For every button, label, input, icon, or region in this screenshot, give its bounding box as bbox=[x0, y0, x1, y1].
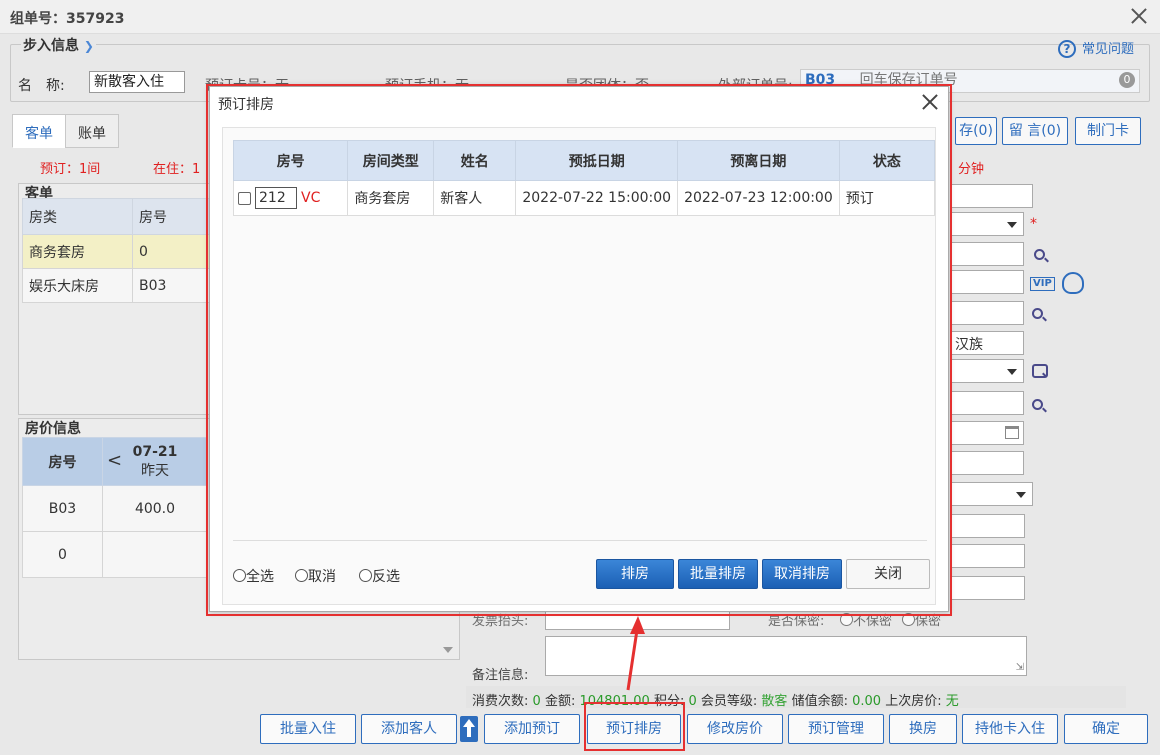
deposit-button[interactable]: 存(0) bbox=[955, 117, 997, 145]
form-field[interactable] bbox=[950, 242, 1024, 266]
form-select[interactable] bbox=[950, 359, 1024, 383]
table-row[interactable]: 商务套房 0 bbox=[22, 234, 210, 269]
window-titlebar: 组单号：357923 bbox=[0, 0, 1160, 34]
step-info-legend: 步入信息 bbox=[23, 38, 79, 54]
batch-checkin-button[interactable]: 批量入住 bbox=[260, 714, 356, 744]
chevron-down-icon bbox=[1007, 369, 1017, 375]
id-scan-icon[interactable] bbox=[1032, 364, 1048, 378]
search-icon[interactable] bbox=[1032, 399, 1043, 410]
guest-table: 房类 房号 商务套房 0 娱乐大床房 B03 bbox=[22, 198, 210, 303]
form-select[interactable] bbox=[950, 482, 1033, 506]
table-row[interactable]: 0 bbox=[22, 531, 208, 578]
inhouse-count: 在住：1 bbox=[153, 162, 201, 177]
stat-last-price: 无 bbox=[945, 694, 959, 709]
ethnic-field[interactable]: 汉族 bbox=[950, 331, 1024, 355]
chevron-down-icon bbox=[1007, 222, 1017, 228]
col-room-no: 房号 bbox=[132, 198, 210, 235]
price-panel-title: 房价信息 bbox=[25, 421, 81, 437]
stat-points: 0 bbox=[688, 694, 697, 709]
close-icon[interactable] bbox=[1130, 6, 1148, 24]
price-col-room: 房号 bbox=[22, 437, 103, 486]
clear-icon[interactable]: 0 bbox=[1119, 72, 1135, 88]
scroll-down-icon[interactable] bbox=[443, 647, 453, 653]
price-table: 房号 < 07-21 昨天 B03 400.0 0 bbox=[22, 437, 208, 578]
minutes-label: 分钟 bbox=[958, 162, 985, 177]
table-row[interactable]: 娱乐大床房 B03 bbox=[22, 268, 210, 303]
col-room-type: 房类 bbox=[22, 198, 133, 235]
booked-count: 预订：1间 bbox=[40, 162, 101, 177]
stats-line: 消费次数: 0 金额: 104801.00 积分: 0 会员等级: 散客 储值余… bbox=[472, 694, 959, 709]
form-field[interactable] bbox=[950, 184, 1033, 208]
table-row[interactable]: B03 400.0 bbox=[22, 485, 208, 532]
confirm-button[interactable]: 确定 bbox=[1064, 714, 1148, 744]
stat-count: 0 bbox=[532, 694, 541, 709]
form-field[interactable] bbox=[950, 391, 1024, 415]
prev-date-icon[interactable]: < bbox=[107, 450, 122, 471]
message-button[interactable]: 留 言(0) bbox=[1002, 117, 1068, 145]
required-mark: * bbox=[1030, 216, 1037, 232]
change-room-button[interactable]: 换房 bbox=[889, 714, 957, 744]
name-label: 名 称: bbox=[18, 78, 65, 94]
modify-price-button[interactable]: 修改房价 bbox=[687, 714, 783, 744]
note-label: 备注信息: bbox=[472, 668, 529, 683]
form-field[interactable] bbox=[950, 270, 1024, 294]
vip-icon[interactable]: VIP bbox=[1030, 277, 1055, 291]
form-field[interactable] bbox=[950, 544, 1025, 568]
chevron-down-icon bbox=[1016, 492, 1026, 498]
highlight-box-dialog bbox=[206, 84, 952, 616]
help-label: 常见问题 bbox=[1082, 42, 1135, 57]
form-select[interactable] bbox=[950, 212, 1024, 236]
stat-level: 散客 bbox=[761, 694, 788, 709]
add-booking-button[interactable]: 添加预订 bbox=[484, 714, 580, 744]
form-field[interactable] bbox=[950, 514, 1025, 538]
tab-guest[interactable]: 客单 bbox=[12, 114, 66, 148]
date-field[interactable] bbox=[950, 421, 1024, 445]
note-textarea[interactable]: ⇲ bbox=[545, 636, 1027, 676]
calendar-icon[interactable] bbox=[1005, 426, 1019, 439]
question-icon: ? bbox=[1058, 40, 1076, 58]
window-title: 组单号：357923 bbox=[10, 11, 125, 27]
stat-balance: 0.00 bbox=[852, 694, 882, 709]
highlight-box-button bbox=[584, 702, 685, 751]
other-card-checkin-button[interactable]: 持他卡入住 bbox=[962, 714, 1058, 744]
name-field[interactable]: 新散客入住 bbox=[89, 71, 185, 93]
ethnic-value: 汉族 bbox=[955, 337, 983, 353]
form-field[interactable] bbox=[950, 301, 1024, 325]
form-field[interactable] bbox=[950, 576, 1025, 600]
resize-icon[interactable]: ⇲ bbox=[1016, 662, 1024, 673]
add-user-icon[interactable] bbox=[1062, 272, 1084, 294]
help-link[interactable]: ? 常见问题 bbox=[1058, 38, 1134, 58]
add-guest-button[interactable]: 添加客人 bbox=[361, 714, 457, 744]
booking-manage-button[interactable]: 预订管理 bbox=[788, 714, 884, 744]
search-icon[interactable] bbox=[1034, 249, 1045, 260]
form-field[interactable] bbox=[950, 451, 1024, 475]
tab-bill[interactable]: 账单 bbox=[65, 114, 119, 148]
make-card-button[interactable]: 制门卡 bbox=[1075, 117, 1141, 145]
chevron-down-icon[interactable]: ❯ bbox=[84, 39, 94, 53]
search-icon[interactable] bbox=[1032, 308, 1043, 319]
arrow-up-icon[interactable] bbox=[460, 716, 478, 742]
